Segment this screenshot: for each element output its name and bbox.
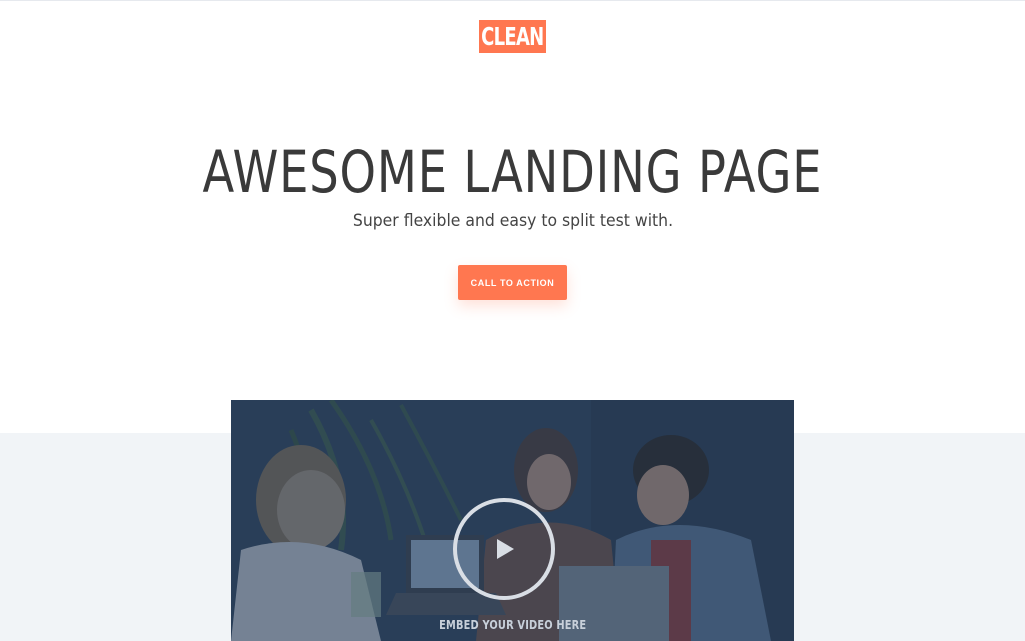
play-icon[interactable] <box>452 497 556 601</box>
video-caption-text: EMBED YOUR VIDEO HERE <box>438 618 587 632</box>
page-title-text: AWESOME LANDING PAGE <box>202 138 823 206</box>
video-caption: EMBED YOUR VIDEO HERE <box>231 618 794 632</box>
call-to-action-button[interactable]: CALL TO ACTION <box>458 265 567 300</box>
page-title: AWESOME LANDING PAGE <box>0 141 1025 203</box>
logo[interactable]: CLEAN <box>479 20 546 53</box>
logo-text: CLEAN <box>481 22 544 51</box>
landing-page: CLEAN AWESOME LANDING PAGE Super flexibl… <box>0 0 1025 641</box>
top-border <box>0 0 1025 1</box>
video-embed[interactable]: EMBED YOUR VIDEO HERE <box>231 400 794 641</box>
subheadline: Super flexible and easy to split test wi… <box>0 210 1025 232</box>
subheadline-text: Super flexible and easy to split test wi… <box>352 211 673 231</box>
